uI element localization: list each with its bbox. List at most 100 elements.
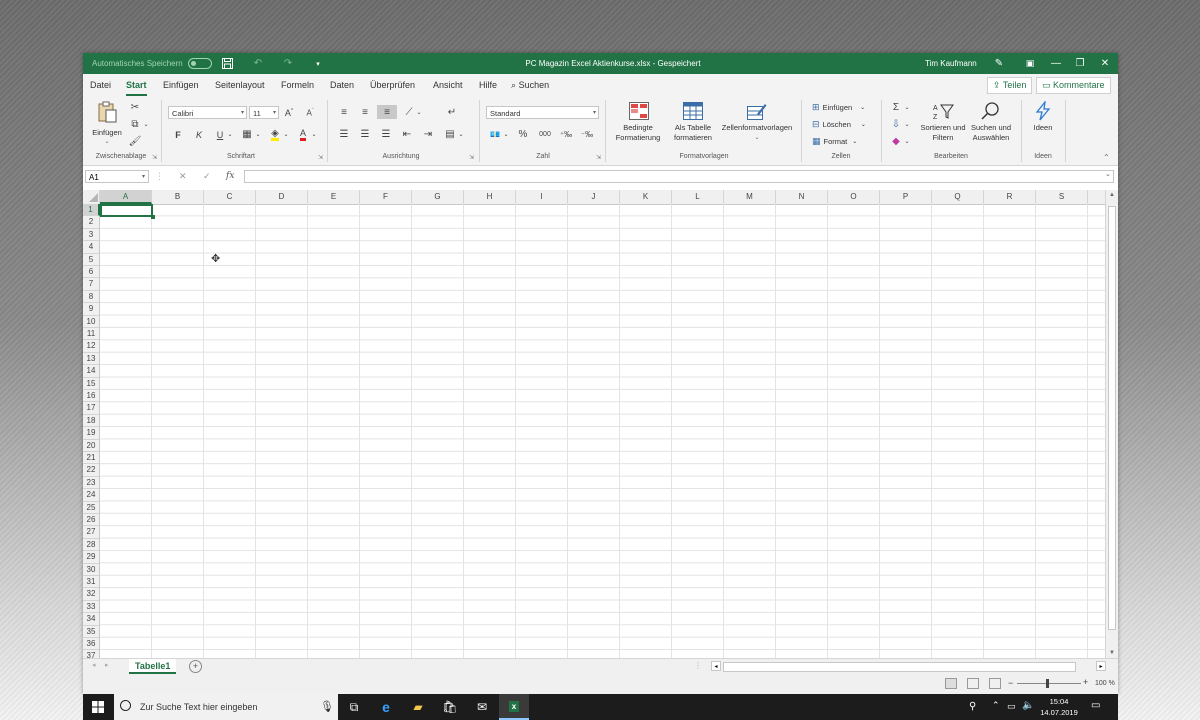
column-header-i[interactable]: I (516, 190, 568, 204)
network-icon[interactable]: ▭ (1007, 701, 1016, 712)
tab-formeln[interactable]: Formeln (281, 78, 314, 92)
number-dialog-launcher[interactable]: ⇲ (596, 154, 601, 161)
sort-filter-button[interactable]: A Z Sortieren und Filtern (917, 100, 969, 150)
row-header-15[interactable]: 15 (83, 377, 100, 390)
column-header-n[interactable]: N (776, 190, 828, 204)
zoom-slider-thumb[interactable] (1046, 679, 1049, 688)
tab-start[interactable]: Start (126, 78, 147, 96)
draw-button[interactable]: ✎ (992, 53, 1006, 74)
tray-expand-icon[interactable]: ⌃ (992, 700, 1000, 711)
accounting-dropdown[interactable]: ⌄ (502, 128, 510, 140)
ideas-button[interactable]: Ideen (1025, 100, 1061, 150)
confirm-entry-button[interactable]: ✓ (203, 170, 211, 183)
number-format-combo[interactable]: Standard ▾ (486, 106, 599, 119)
increase-decimal-button[interactable]: ⁺‰ (559, 128, 573, 140)
share-button[interactable]: ⇪ Teilen (987, 77, 1033, 94)
row-header-8[interactable]: 8 (83, 290, 100, 304)
row-header-3[interactable]: 3 (83, 228, 100, 242)
people-icon[interactable]: ⚲ (969, 701, 976, 712)
column-header-d[interactable]: D (256, 190, 308, 204)
tab-datei[interactable]: Datei (90, 78, 111, 92)
scroll-right-icon[interactable]: ▸ (1096, 661, 1106, 671)
decrease-indent-button[interactable]: ⇤ (401, 128, 413, 140)
row-header-26[interactable]: 26 (83, 514, 100, 527)
prev-sheet-icon[interactable]: ◂ (92, 661, 96, 669)
insert-function-button[interactable]: fx (226, 170, 234, 183)
row-header-12[interactable]: 12 (83, 340, 100, 353)
underline-dropdown[interactable]: ⌄ (226, 128, 234, 141)
delete-cells-button[interactable]: ⊟ Löschen ⌄ (812, 118, 866, 130)
align-middle-button[interactable]: ≡ (359, 106, 371, 118)
store-taskbar-button[interactable]: 🛍 (435, 694, 465, 720)
excel-taskbar-button[interactable]: x (499, 694, 529, 720)
clear-button[interactable]: ◆ (890, 135, 902, 147)
row-header-31[interactable]: 31 (83, 576, 100, 589)
cut-button[interactable]: ✂ (129, 101, 141, 113)
font-color-button[interactable]: A (297, 128, 309, 141)
formula-input[interactable] (244, 170, 1114, 183)
align-center-button[interactable]: ☰ (359, 128, 371, 140)
conditional-formatting-button[interactable]: Bedingte Formatierung (610, 100, 666, 150)
explorer-taskbar-button[interactable]: ▰ (403, 694, 433, 720)
row-header-21[interactable]: 21 (83, 452, 100, 465)
align-right-button[interactable]: ☰ (380, 128, 392, 140)
orientation-dropdown[interactable]: ⌄ (415, 106, 423, 118)
align-bottom-button[interactable]: ≡ (377, 105, 397, 119)
column-header-m[interactable]: M (724, 190, 776, 204)
insert-cells-button[interactable]: ⊞ Einfügen ⌄ (812, 101, 865, 113)
volume-icon[interactable]: 🔈 (1022, 700, 1034, 711)
row-header-25[interactable]: 25 (83, 501, 100, 514)
font-size-combo[interactable]: 11 ▾ (249, 106, 279, 119)
paste-button[interactable]: Einfügen ⌄ (91, 101, 123, 147)
row-header-35[interactable]: 35 (83, 625, 100, 638)
row-header-24[interactable]: 24 (83, 489, 100, 502)
autosum-dropdown[interactable]: ⌄ (903, 101, 911, 113)
clock-date[interactable]: 14.07.2019 (1038, 708, 1080, 717)
wrap-text-button[interactable]: ↵ (445, 106, 459, 118)
row-header-19[interactable]: 19 (83, 427, 100, 440)
select-all-corner[interactable] (83, 190, 100, 204)
column-header-j[interactable]: J (568, 190, 620, 204)
underline-button[interactable]: U (214, 128, 226, 141)
row-header-2[interactable]: 2 (83, 216, 100, 229)
task-view-button[interactable]: ⧉ (339, 694, 369, 720)
start-button[interactable] (83, 694, 113, 720)
clear-dropdown[interactable]: ⌄ (903, 135, 911, 147)
format-cells-button[interactable]: ▦ Format ⌄ (812, 135, 857, 147)
comments-button[interactable]: ▭ Kommentare (1036, 77, 1111, 94)
save-button[interactable] (220, 53, 234, 74)
cell-grid[interactable] (100, 204, 1105, 658)
row-header-20[interactable]: 20 (83, 439, 100, 452)
tab-seitenlayout[interactable]: Seitenlayout (215, 78, 265, 92)
autosave-toggle[interactable]: Automatisches Speichern (92, 53, 212, 74)
add-sheet-button[interactable]: + (189, 660, 202, 673)
autosave-switch[interactable] (187, 58, 212, 69)
row-header-9[interactable]: 9 (83, 303, 100, 316)
row-header-37[interactable]: 37 (83, 650, 100, 658)
row-header-28[interactable]: 28 (83, 538, 100, 552)
row-header-29[interactable]: 29 (83, 551, 100, 564)
page-break-view-button[interactable] (989, 678, 1001, 689)
alignment-dialog-launcher[interactable]: ⇲ (469, 154, 474, 161)
row-header-34[interactable]: 34 (83, 613, 100, 626)
mail-taskbar-button[interactable]: ✉ (467, 694, 497, 720)
row-header-7[interactable]: 7 (83, 278, 100, 291)
vertical-scroll-thumb[interactable] (1108, 206, 1116, 630)
percent-button[interactable]: % (516, 128, 530, 140)
row-header-23[interactable]: 23 (83, 476, 100, 490)
tab-split-handle[interactable]: ⋮ (694, 661, 702, 670)
tell-me-search[interactable]: ⌕ Suchen (511, 78, 549, 92)
grow-font-button[interactable]: A^ (283, 106, 295, 119)
align-top-button[interactable]: ≡ (338, 106, 350, 118)
row-header-1[interactable]: 1 (83, 204, 100, 217)
copy-dropdown[interactable]: ⌄ (142, 118, 150, 130)
shrink-font-button[interactable]: Aˇ (304, 106, 316, 119)
bold-button[interactable]: F (172, 128, 184, 141)
restore-button[interactable]: ❐ (1067, 53, 1093, 74)
vertical-scrollbar[interactable]: ▲ ▼ (1105, 190, 1118, 658)
decrease-decimal-button[interactable]: ⁻‰ (580, 128, 594, 140)
column-header-k[interactable]: K (620, 190, 672, 204)
align-left-button[interactable]: ☰ (338, 128, 350, 140)
column-header-o[interactable]: O (828, 190, 880, 204)
accounting-format-button[interactable]: 💶 (488, 128, 502, 140)
